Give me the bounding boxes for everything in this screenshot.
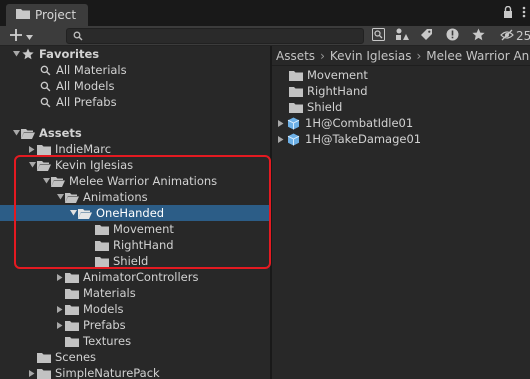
breadcrumb-item[interactable]: Assets	[276, 49, 315, 63]
expanded-arrow-icon[interactable]	[55, 194, 65, 200]
filter-by-type-button[interactable]	[391, 27, 413, 45]
tree-item-indiemarc[interactable]: IndieMarc	[0, 141, 270, 157]
folder-contents: Assets › Kevin Iglesias › Melee Warrior …	[272, 46, 530, 379]
search-input[interactable]	[87, 29, 357, 43]
create-button[interactable]	[2, 27, 40, 45]
project-toolbar: 25	[0, 26, 530, 46]
list-item[interactable]: Movement	[272, 67, 530, 83]
folder-icon	[65, 319, 79, 331]
lock-icon[interactable]	[503, 5, 513, 21]
collapsed-arrow-icon[interactable]	[55, 321, 65, 329]
breadcrumb-separator-icon: ›	[416, 48, 422, 63]
more-menu-icon[interactable]	[522, 6, 526, 21]
tree-item-shield[interactable]: Shield	[0, 253, 270, 269]
collapsed-arrow-icon[interactable]	[275, 135, 287, 143]
favorites-button[interactable]	[467, 27, 489, 45]
tree-item-assets[interactable]: Assets	[0, 125, 270, 141]
tree-item-animatorcontrollers[interactable]: AnimatorControllers	[0, 269, 270, 285]
folder-icon	[95, 223, 109, 235]
search-icon	[38, 80, 52, 92]
breadcrumb-separator-icon: ›	[320, 48, 325, 63]
window-tab-bar: Project	[0, 0, 530, 26]
collapsed-arrow-icon[interactable]	[27, 369, 37, 377]
list-item[interactable]: 1H@CombatIdle01	[272, 115, 530, 131]
breadcrumb: Assets › Kevin Iglesias › Melee Warrior …	[272, 46, 530, 66]
folder-icon	[95, 255, 109, 267]
hidden-count: 25	[516, 29, 530, 43]
tag-icon	[420, 28, 433, 44]
list-item[interactable]: Shield	[272, 99, 530, 115]
folder-icon	[37, 351, 51, 363]
search-icon	[38, 64, 52, 76]
tree-item-textures[interactable]: Textures	[0, 333, 270, 349]
collapsed-arrow-icon[interactable]	[275, 119, 287, 127]
search-by-type-button[interactable]	[367, 27, 389, 45]
open-folder-icon	[21, 127, 35, 139]
search-field[interactable]	[66, 28, 364, 44]
collapsed-arrow-icon[interactable]	[55, 273, 65, 281]
tree-item-all-materials[interactable]: All Materials	[0, 62, 270, 78]
project-tab[interactable]: Project	[6, 4, 88, 26]
list-item[interactable]: 1H@TakeDamage01	[272, 131, 530, 147]
search-by-type-icon	[371, 28, 385, 44]
tree-item-all-models[interactable]: All Models	[0, 78, 270, 94]
expanded-arrow-icon[interactable]	[27, 162, 37, 168]
tree-item-scenes[interactable]: Scenes	[0, 349, 270, 365]
tree-item-melee-warrior-animations[interactable]: Melee Warrior Animations	[0, 173, 270, 189]
folder-icon	[65, 271, 79, 283]
model-cube-icon	[287, 117, 301, 130]
search-icon	[38, 96, 52, 108]
folder-icon	[65, 335, 79, 347]
folder-icon	[37, 143, 51, 155]
folder-tree: Favorites All Materials All Models All P…	[0, 46, 270, 379]
tree-item-prefabs[interactable]: Prefabs	[0, 317, 270, 333]
folder-icon	[37, 367, 51, 379]
tree-item-materials[interactable]: Materials	[0, 285, 270, 301]
model-cube-icon	[287, 133, 301, 146]
tab-title: Project	[35, 8, 77, 22]
plus-icon	[10, 28, 22, 44]
filter-type-icon	[395, 28, 409, 44]
expanded-arrow-icon[interactable]	[11, 51, 21, 57]
breadcrumb-item[interactable]: Kevin Iglesias	[330, 49, 412, 63]
folder-icon	[289, 102, 303, 113]
filter-by-label-button[interactable]	[415, 27, 437, 45]
tree-item-kevin-iglesias[interactable]: Kevin Iglesias	[0, 157, 270, 173]
collapsed-arrow-icon[interactable]	[55, 305, 65, 313]
tree-item-righthand[interactable]: RightHand	[0, 237, 270, 253]
log-filter-button[interactable]	[441, 27, 463, 45]
folder-icon	[16, 8, 30, 22]
folder-icon	[65, 287, 79, 299]
open-folder-icon	[51, 175, 65, 187]
tree-item-onehanded[interactable]: OneHanded	[0, 205, 270, 221]
expanded-arrow-icon[interactable]	[11, 130, 21, 136]
folder-icon	[289, 70, 303, 81]
open-folder-icon	[78, 207, 92, 219]
search-icon	[73, 30, 83, 44]
warning-icon	[446, 28, 459, 44]
tree-item-models[interactable]: Models	[0, 301, 270, 317]
list-item[interactable]: RightHand	[272, 83, 530, 99]
hidden-packages-toggle[interactable]: 25	[500, 27, 530, 45]
star-icon	[21, 48, 35, 60]
expanded-arrow-icon[interactable]	[41, 178, 51, 184]
folder-icon	[289, 86, 303, 97]
open-folder-icon	[65, 191, 79, 203]
collapsed-arrow-icon[interactable]	[27, 145, 37, 153]
breadcrumb-item[interactable]: Melee Warrior An	[426, 49, 529, 63]
expanded-arrow-icon[interactable]	[68, 210, 78, 216]
tree-item-simplenaturepack[interactable]: SimpleNaturePack	[0, 365, 270, 379]
tree-item-movement[interactable]: Movement	[0, 221, 270, 237]
tree-item-favorites[interactable]: Favorites	[0, 46, 270, 62]
folder-icon	[65, 303, 79, 315]
tree-item-animations[interactable]: Animations	[0, 189, 270, 205]
chevron-down-icon	[26, 29, 33, 43]
star-icon	[471, 28, 485, 44]
tree-item-all-prefabs[interactable]: All Prefabs	[0, 94, 270, 110]
eye-slash-icon	[500, 29, 514, 44]
folder-icon	[95, 239, 109, 251]
open-folder-icon	[37, 159, 51, 171]
